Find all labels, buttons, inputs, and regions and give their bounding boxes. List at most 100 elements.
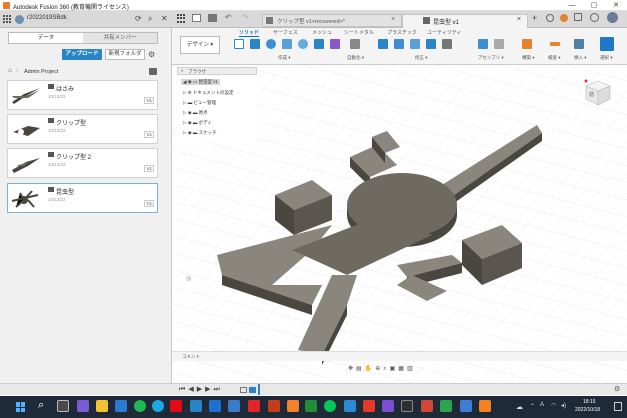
file-card[interactable]: はさみ 10/13/22 V1: [7, 80, 158, 110]
clock-date[interactable]: 2022/10/18: [575, 407, 600, 413]
powerpoint-icon[interactable]: [268, 400, 280, 412]
teams-icon[interactable]: [77, 400, 89, 412]
orbit-icon[interactable]: ✥: [348, 366, 356, 372]
timeline-marker[interactable]: [258, 384, 260, 395]
tab-insect[interactable]: 昆虫型 v1 ×: [402, 14, 528, 28]
blue-app-icon[interactable]: [460, 400, 472, 412]
job-status-icon[interactable]: [560, 14, 568, 22]
timeline-extrude-icon[interactable]: [249, 387, 256, 393]
wifi-icon[interactable]: ◠: [551, 402, 556, 409]
acrobat-icon[interactable]: [363, 400, 375, 412]
insert-menu[interactable]: 挿入 ▾: [574, 55, 587, 61]
save-icon[interactable]: [208, 14, 217, 22]
clock-time[interactable]: 18:15: [583, 399, 596, 405]
browser-item[interactable]: ▷ ◉ ▬ 原点: [183, 110, 208, 116]
user-avatar-icon[interactable]: [15, 15, 24, 24]
line-icon[interactable]: [324, 400, 336, 412]
new-folder-button[interactable]: 新規フォルダ: [105, 49, 145, 60]
orange-app-icon[interactable]: [479, 400, 491, 412]
pan-icon[interactable]: ✋: [365, 366, 375, 372]
browser-item[interactable]: ▷ ◉ ▬ スケッチ: [183, 130, 217, 136]
sphere-icon[interactable]: [298, 39, 308, 49]
edge-icon[interactable]: [152, 400, 164, 412]
minimize-button[interactable]: —: [561, 0, 583, 11]
tab-close-icon[interactable]: ×: [391, 16, 395, 23]
maximize-button[interactable]: ▢: [583, 0, 605, 11]
create-menu[interactable]: 作成 ▾: [278, 55, 291, 61]
tab-members[interactable]: 共有メンバー: [83, 33, 157, 43]
grid-settings-icon[interactable]: ▦: [398, 366, 407, 372]
browser-collapse-icon[interactable]: «: [181, 68, 184, 73]
viewcube[interactable]: 前: [584, 77, 612, 107]
cloud-icon[interactable]: ☁: [516, 403, 523, 411]
notification-center-icon[interactable]: [614, 402, 622, 411]
comments-bar[interactable]: コメント: [172, 351, 627, 361]
modify-menu[interactable]: 修正 ▾: [415, 55, 428, 61]
tab-utility[interactable]: ユーティリティ: [427, 29, 461, 36]
fillet-icon[interactable]: [394, 39, 404, 49]
extensions-icon[interactable]: [546, 14, 554, 22]
new-tab-icon[interactable]: +: [532, 13, 537, 23]
canvas-viewport[interactable]: « ブラウザ ◢ ◉ ▭ 昆虫型 v1 ▷ ⚙ ドキュメントの設定 ▷ ▬ ビュ…: [172, 65, 627, 383]
automate-icon[interactable]: [350, 39, 360, 49]
look-at-icon[interactable]: ▤: [356, 366, 365, 372]
word-icon[interactable]: [209, 400, 221, 412]
measure-icon[interactable]: [550, 42, 560, 46]
terminal-icon[interactable]: [401, 400, 413, 412]
hole-icon[interactable]: [314, 39, 324, 49]
tab-clip-recovered[interactable]: クリップ型 v1<recovered>* ×: [262, 14, 402, 27]
version-badge[interactable]: V1: [144, 131, 154, 138]
tab-data[interactable]: データ: [9, 33, 83, 43]
data-panel-icon[interactable]: [177, 14, 186, 23]
vscode-icon[interactable]: [344, 400, 356, 412]
windows-start-icon[interactable]: [16, 402, 26, 412]
revolve-icon[interactable]: [266, 39, 276, 49]
browser-root[interactable]: ◢ ◉ ▭ 昆虫型 v1: [181, 79, 220, 85]
version-badge[interactable]: V1: [144, 165, 154, 172]
timeline-sketch-icon[interactable]: [240, 387, 247, 393]
browser-header[interactable]: « ブラウザ: [177, 67, 257, 75]
version-badge[interactable]: V1: [144, 200, 154, 207]
browser-item[interactable]: ▷ ⚙ ドキュメントの設定: [183, 90, 234, 96]
select-icon[interactable]: [600, 37, 614, 51]
file-card[interactable]: クリップ型 10/13/22 V1: [7, 114, 158, 144]
green-app-icon[interactable]: [440, 400, 452, 412]
search-icon[interactable]: ⌕: [148, 14, 152, 24]
notifications-icon[interactable]: [574, 13, 582, 21]
help-icon[interactable]: [590, 13, 599, 22]
chamfer-icon[interactable]: [410, 39, 420, 49]
joint-icon[interactable]: [478, 39, 488, 49]
tab-mesh[interactable]: メッシュ: [312, 29, 332, 36]
apps-grid-icon[interactable]: [3, 15, 11, 23]
select-menu[interactable]: 選択 ▾: [600, 55, 613, 61]
task-view-icon[interactable]: [57, 400, 69, 412]
first-step-icon[interactable]: ⏮: [179, 386, 188, 393]
tab-solid[interactable]: ソリッド: [239, 29, 260, 37]
tab-close-icon[interactable]: ×: [517, 16, 521, 23]
automate-menu[interactable]: 自動化 ▾: [347, 55, 364, 61]
as-built-joint-icon[interactable]: [494, 39, 504, 49]
outlook-icon[interactable]: [228, 400, 240, 412]
browser-item[interactable]: ▷ ▬ ビュー管理: [183, 100, 216, 106]
undo-icon[interactable]: ↶: [225, 13, 232, 22]
file-card[interactable]: 昆虫型 10/13/22 V1: [7, 183, 158, 213]
display-settings-icon[interactable]: ▣: [390, 366, 399, 372]
construct-menu[interactable]: 構築 ▾: [522, 55, 535, 61]
version-badge[interactable]: V1: [144, 97, 154, 104]
chevron-up-icon[interactable]: ⌃: [530, 403, 535, 410]
file-icon[interactable]: [192, 14, 201, 22]
box-icon[interactable]: [282, 39, 292, 49]
form-icon[interactable]: [330, 39, 340, 49]
spotify-icon[interactable]: [134, 400, 146, 412]
close-button[interactable]: ✕: [605, 0, 627, 11]
user-name[interactable]: r2022019SBdk: [27, 15, 67, 21]
create-sketch-icon[interactable]: [234, 39, 244, 49]
timeline-settings-icon[interactable]: ⚙: [614, 385, 620, 393]
viewports-icon[interactable]: ▥: [407, 366, 416, 372]
inspect-menu[interactable]: 検査 ▾: [548, 55, 561, 61]
zoom-icon[interactable]: ⊕: [375, 366, 383, 372]
gear-icon[interactable]: ⚙: [148, 50, 155, 59]
todo-icon[interactable]: [190, 400, 202, 412]
last-step-icon[interactable]: ⏭: [213, 386, 222, 393]
browser-item[interactable]: ▷ ◉ ▬ ボディ: [183, 120, 212, 126]
